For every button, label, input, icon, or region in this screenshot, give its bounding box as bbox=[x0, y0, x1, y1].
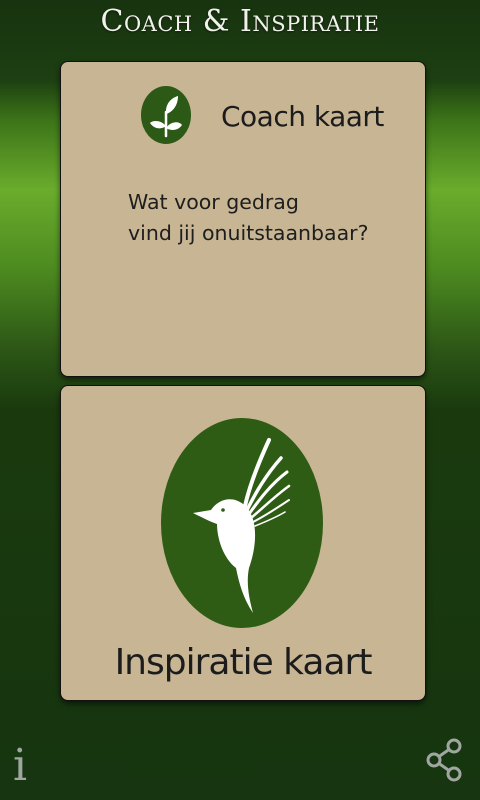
coach-card[interactable]: Coach kaart Wat voor gedrag vind jij onu… bbox=[60, 61, 426, 377]
coach-card-title: Coach kaart bbox=[221, 100, 384, 133]
inspiration-card[interactable]: Inspiratie kaart bbox=[60, 385, 426, 701]
hummingbird-icon bbox=[161, 418, 323, 628]
coach-question: Wat voor gedrag vind jij onuitstaanbaar? bbox=[128, 187, 408, 249]
inspiration-card-title: Inspiratie kaart bbox=[114, 642, 373, 683]
coach-question-line-1: Wat voor gedrag bbox=[128, 190, 299, 214]
leaf-icon bbox=[141, 86, 191, 144]
coach-question-line-2: vind jij onuitstaanbaar? bbox=[128, 221, 369, 245]
info-icon: i bbox=[12, 740, 28, 791]
share-icon bbox=[426, 738, 462, 782]
info-button[interactable]: i bbox=[8, 738, 32, 794]
share-button[interactable] bbox=[424, 738, 464, 782]
app-title: Coach & Inspiratie bbox=[100, 4, 380, 39]
